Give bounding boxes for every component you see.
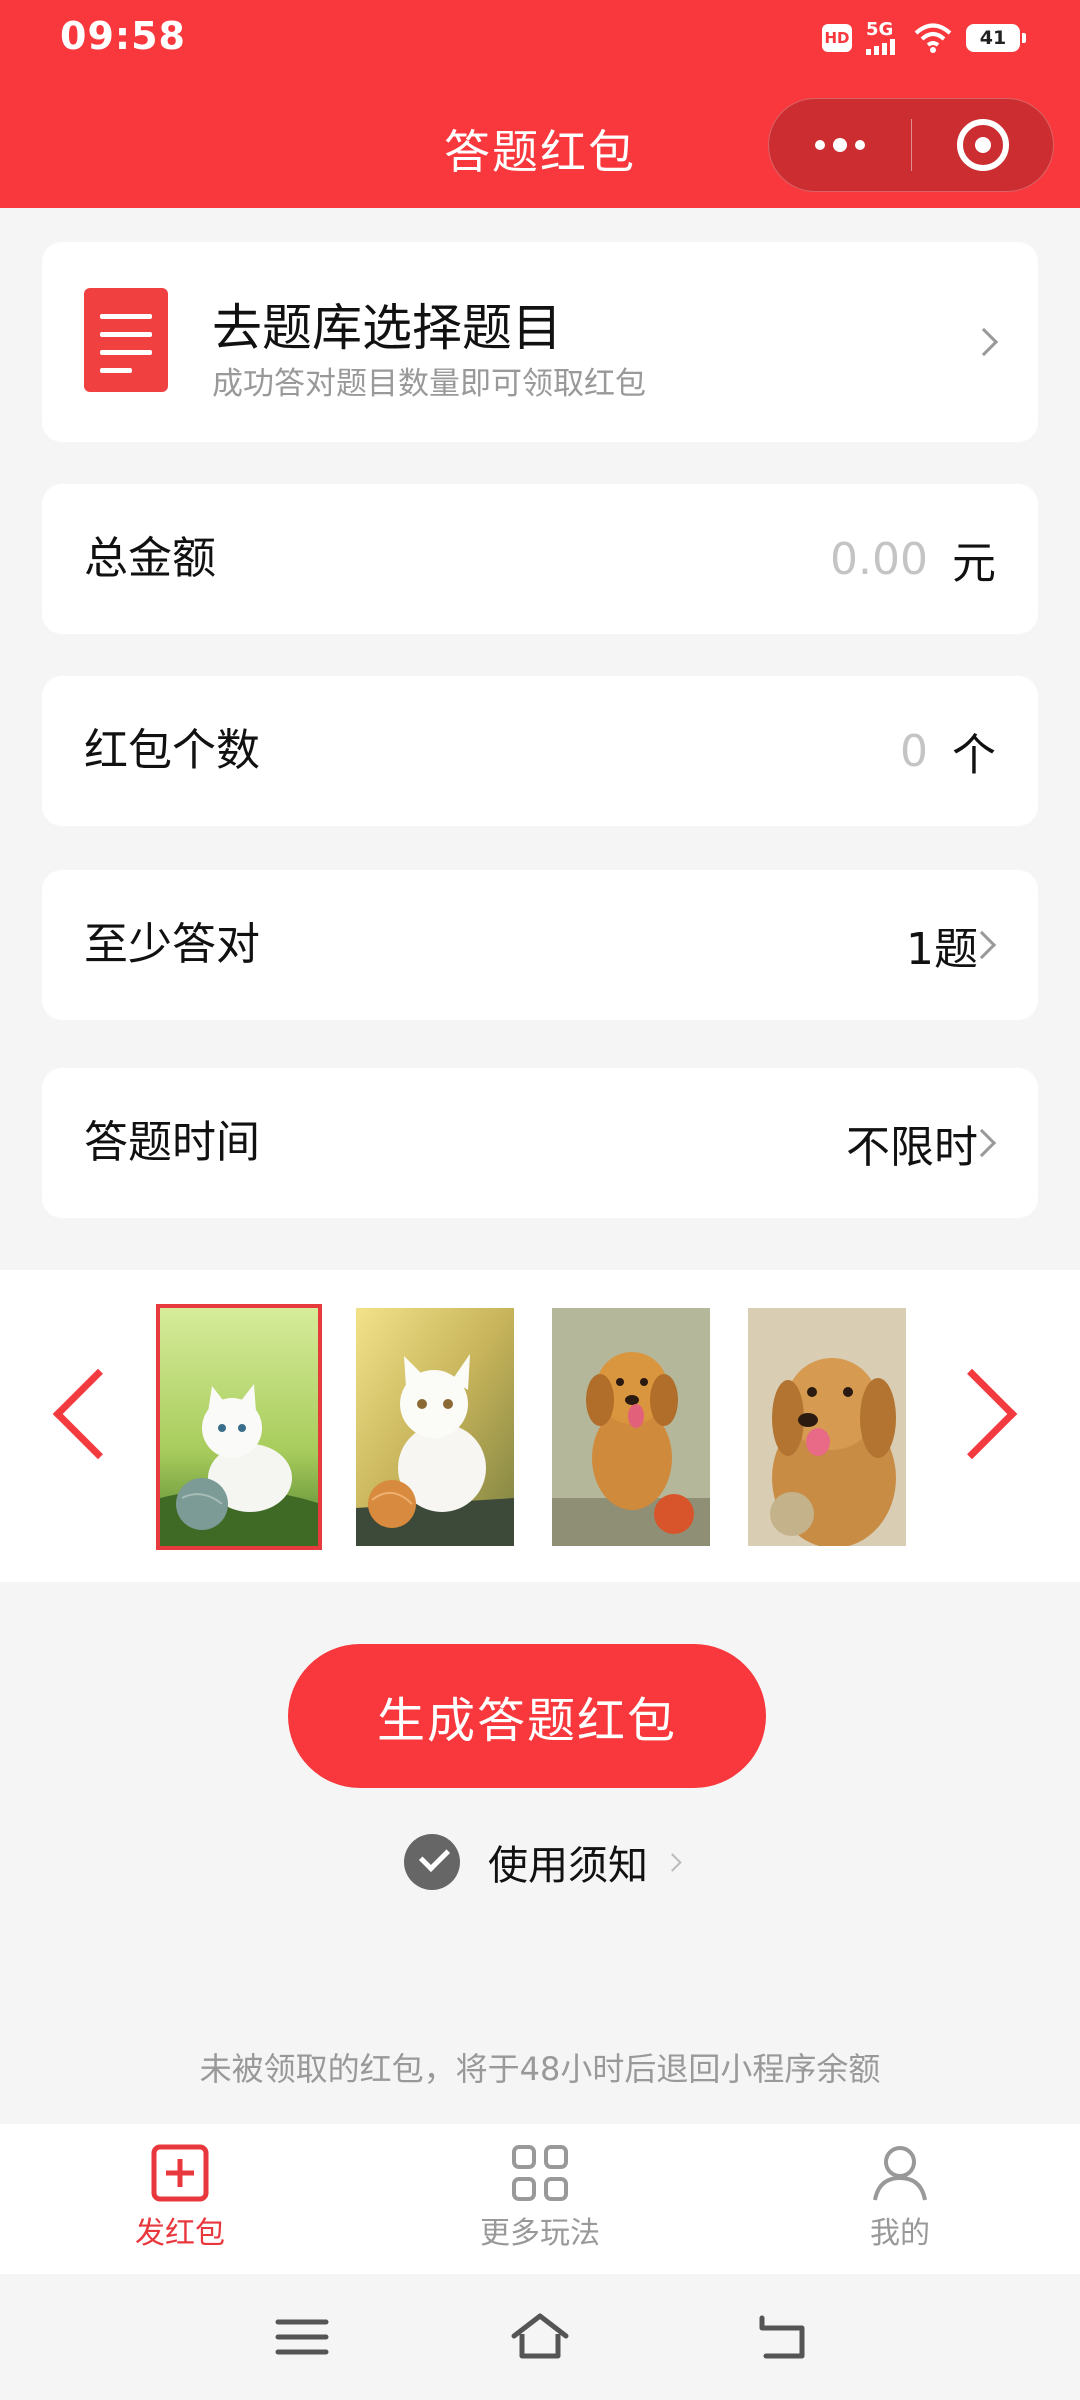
answer-time-value: 不限时 (846, 1122, 978, 1173)
wifi-icon (914, 23, 952, 53)
question-bank-card[interactable]: 去题库选择题目 成功答对题目数量即可领取红包 (42, 242, 1038, 442)
more-options-icon[interactable] (769, 99, 911, 191)
chevron-right-icon (663, 1852, 682, 1872)
question-bank-title: 去题库选择题目 (212, 299, 562, 357)
cover-thumb-dog-portrait[interactable] (748, 1308, 906, 1546)
close-mini-program-icon[interactable] (912, 99, 1053, 191)
home-icon[interactable] (510, 2310, 570, 2364)
total-amount-unit: 元 (952, 538, 996, 589)
check-circle-icon[interactable] (404, 1834, 460, 1890)
answer-time-label: 答题时间 (84, 1117, 260, 1168)
signal-icon: 5G (866, 21, 900, 55)
cover-thumb-dog-ball[interactable] (552, 1308, 710, 1546)
chevron-right-icon[interactable] (926, 1368, 1018, 1460)
network-type: 5G (866, 19, 894, 40)
bottom-tab-bar: 发红包 更多玩法 我的 (0, 2124, 1080, 2274)
total-amount-row: 总金额 0.00 元 (42, 484, 1038, 634)
tab-label: 我的 (870, 2216, 930, 2251)
cover-thumb-kitten-ball[interactable] (356, 1308, 514, 1546)
packet-count-unit: 个 (952, 730, 996, 781)
status-time: 09:58 (60, 14, 186, 58)
tab-send-packet[interactable]: 发红包 (0, 2124, 360, 2274)
grid-icon (512, 2145, 568, 2201)
system-navigation-bar (0, 2274, 1080, 2400)
min-correct-row[interactable]: 至少答对 1题 (42, 870, 1038, 1020)
add-square-icon (151, 2144, 209, 2202)
tab-mine[interactable]: 我的 (720, 2124, 1080, 2274)
user-icon (873, 2146, 927, 2201)
back-icon[interactable] (752, 2310, 812, 2364)
cover-gallery (0, 1270, 1080, 1582)
min-correct-label: 至少答对 (84, 919, 260, 970)
total-amount-label: 总金额 (84, 533, 216, 584)
chevron-right-icon (969, 327, 999, 357)
cover-thumb-kitten-yarn[interactable] (156, 1304, 322, 1550)
document-icon (84, 288, 168, 392)
packet-count-row: 红包个数 0 个 (42, 676, 1038, 826)
status-icons: HD 5G 41 (822, 20, 1026, 56)
total-amount-input[interactable]: 0.00 (830, 534, 928, 585)
tab-label: 更多玩法 (480, 2216, 600, 2251)
battery-indicator: 41 (966, 24, 1026, 52)
question-bank-subtitle: 成功答对题目数量即可领取红包 (212, 366, 646, 402)
tab-label: 发红包 (135, 2216, 225, 2251)
packet-count-input[interactable]: 0 (900, 726, 928, 777)
hd-badge: HD (822, 24, 852, 52)
usage-notice-link[interactable]: 使用须知 (404, 1834, 682, 1890)
tab-more-games[interactable]: 更多玩法 (360, 2124, 720, 2274)
mini-program-capsule (768, 98, 1054, 192)
answer-time-row[interactable]: 答题时间 不限时 (42, 1068, 1038, 1218)
menu-icon[interactable] (272, 2310, 332, 2364)
refund-notice: 未被领取的红包，将于48小时后退回小程序余额 (199, 2050, 881, 2088)
packet-count-label: 红包个数 (84, 725, 260, 776)
generate-packet-button[interactable]: 生成答题红包 (288, 1644, 766, 1788)
app-header: 09:58 HD 5G 41 答题红包 (0, 0, 1080, 208)
usage-notice-label: 使用须知 (488, 1843, 648, 1889)
chevron-left-icon[interactable] (52, 1368, 144, 1460)
